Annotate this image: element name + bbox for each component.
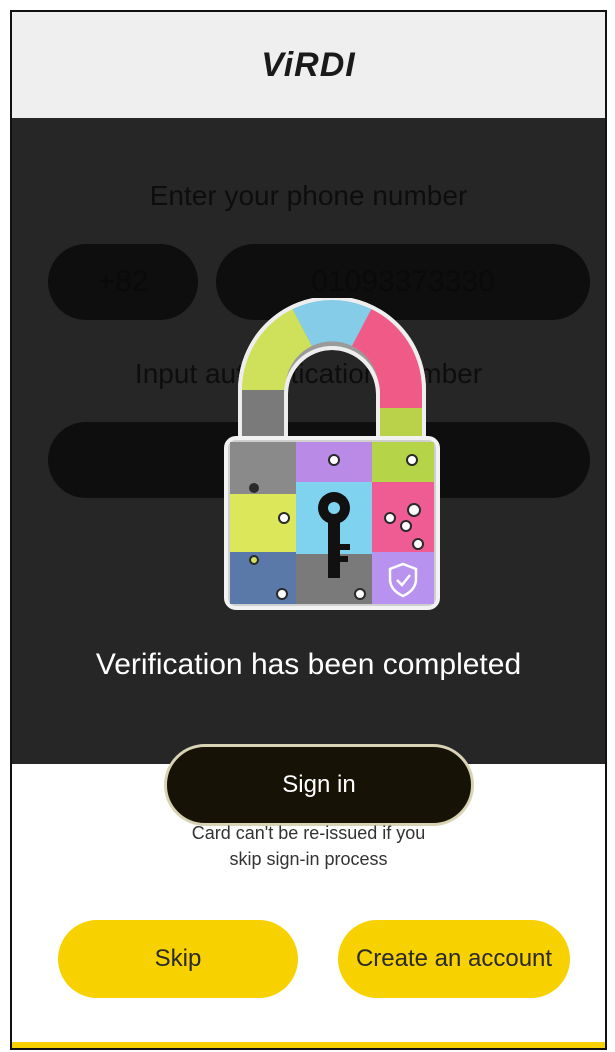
verification-overlay: Enter your phone number +82 01093373330 … <box>12 118 605 826</box>
create-account-label: Create an account <box>355 945 553 972</box>
create-account-button[interactable]: Create an account <box>338 920 570 998</box>
notice-line-1: Card can't be re-issued if you <box>191 823 426 843</box>
bottom-accent-bar <box>12 1042 605 1048</box>
skip-warning-notice: Card can't be re-issued if you skip sign… <box>12 820 605 872</box>
verification-message: Verification has been completed <box>95 648 522 681</box>
virdi-logo: ViRDI <box>261 45 356 84</box>
app-screen: ViRDI Enter your phone number +82 010933… <box>10 10 607 1050</box>
sign-in-label: Sign in <box>282 771 356 798</box>
skip-button[interactable]: Skip <box>58 920 298 998</box>
phone-label: Enter your phone number <box>149 180 468 211</box>
padlock-puzzle-icon <box>224 298 440 610</box>
skip-label: Skip <box>154 945 202 972</box>
notice-line-2: skip sign-in process <box>229 849 388 869</box>
app-header: ViRDI <box>12 12 605 118</box>
country-code-field: +82 <box>48 244 198 320</box>
sign-in-button[interactable]: Sign in <box>164 744 474 826</box>
